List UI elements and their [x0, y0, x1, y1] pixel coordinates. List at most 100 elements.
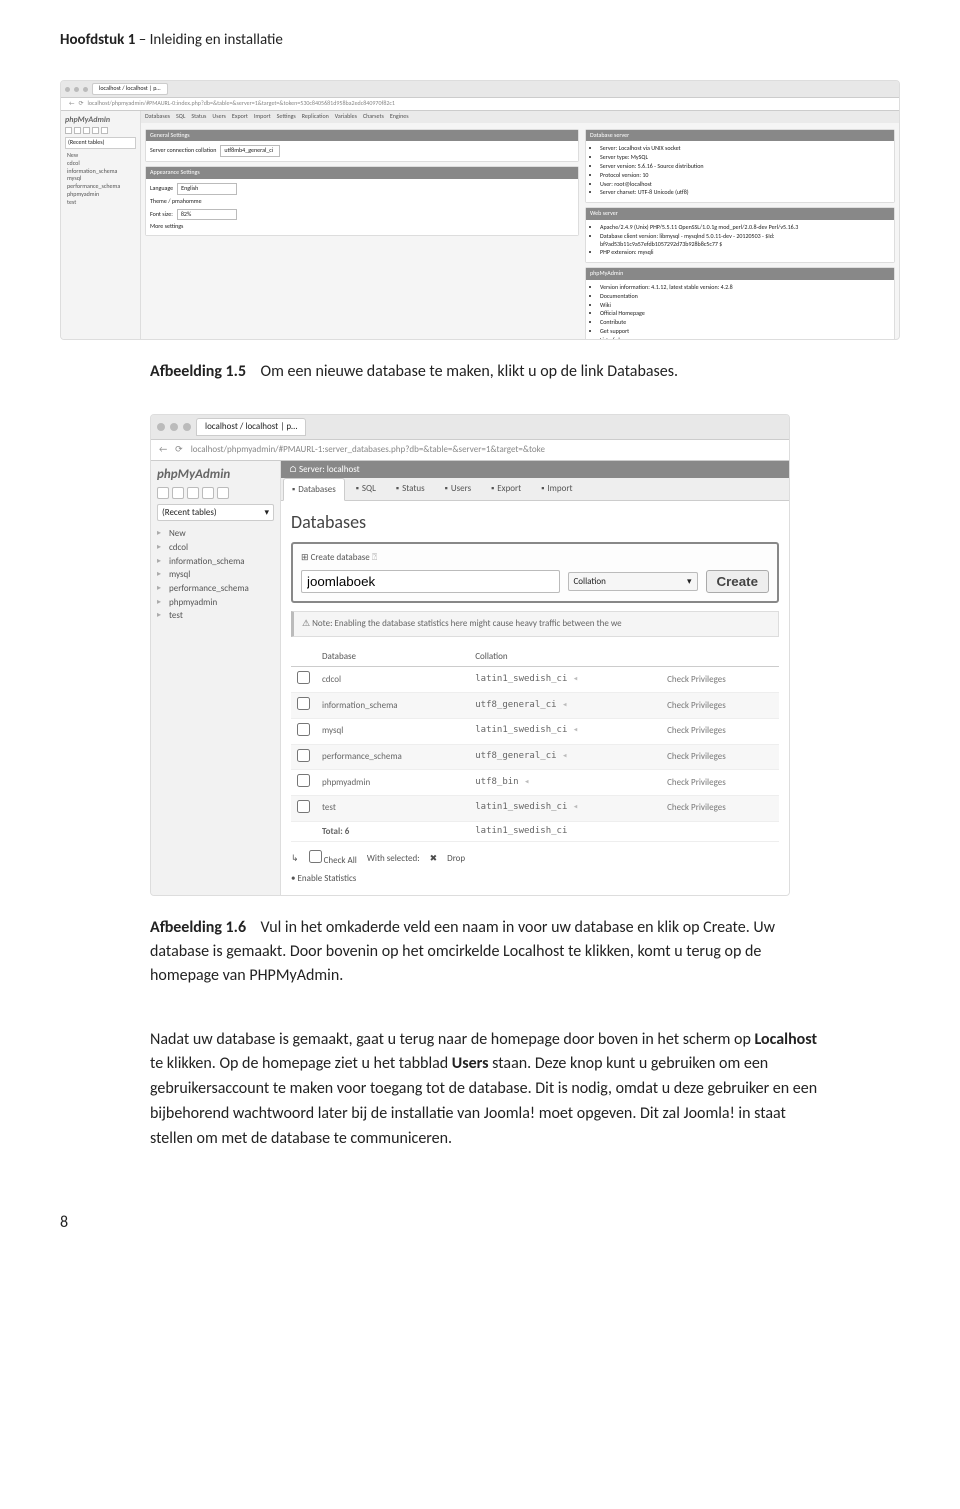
panel-title: General Settings — [146, 130, 578, 142]
label: Server connection collation — [150, 147, 216, 155]
db-tree-item[interactable]: test — [157, 609, 274, 623]
row-checkbox[interactable] — [297, 800, 310, 813]
list-item: List of changes — [600, 337, 890, 340]
check-privileges-link[interactable]: Check Privileges — [667, 751, 726, 762]
docs-icon[interactable] — [202, 487, 214, 499]
screenshot-phpmyadmin-overview: localhost / localhost | p… ← ⟳ localhost… — [60, 80, 900, 340]
database-name-input[interactable] — [301, 570, 560, 593]
caption-label: Afbeelding 1.6 — [150, 918, 246, 937]
cell-database[interactable]: performance_schema — [316, 744, 469, 770]
logout-icon[interactable] — [74, 127, 81, 134]
row-checkbox[interactable] — [297, 723, 310, 736]
db-tree-item[interactable]: cdcol — [157, 541, 274, 555]
browser-tab[interactable]: localhost / localhost | p… — [92, 83, 168, 95]
browser-urlbar[interactable]: ← ⟳ localhost/phpmyadmin/#PMAURL-0:index… — [61, 98, 899, 111]
db-tree-item[interactable]: information_schema — [157, 555, 274, 569]
row-checkbox[interactable] — [297, 671, 310, 684]
tab-sql[interactable]: ▪SQL — [347, 478, 385, 500]
check-privileges-link[interactable]: Check Privileges — [667, 802, 726, 813]
check-privileges-link[interactable]: Check Privileges — [667, 674, 726, 685]
home-icon[interactable] — [65, 127, 72, 134]
sql-icon[interactable] — [187, 487, 199, 499]
panel-general-settings: General Settings Server connection colla… — [145, 129, 579, 163]
cell-database[interactable]: mysql — [316, 718, 469, 744]
check-privileges-link[interactable]: Check Privileges — [667, 700, 726, 711]
docs-icon[interactable] — [92, 127, 99, 134]
collation-select[interactable]: Collation ▾ — [568, 572, 698, 592]
tab-import[interactable]: Import — [254, 113, 271, 121]
tab-status[interactable]: ▪Status — [387, 478, 434, 500]
window-dot — [183, 423, 191, 431]
row-checkbox[interactable] — [297, 774, 310, 787]
list-item: PHP extension: mysqli — [600, 249, 890, 257]
tab-users[interactable]: ▪Users — [436, 478, 480, 500]
status-icon: ▪ — [396, 483, 399, 495]
back-icon[interactable]: ← — [69, 100, 74, 108]
cell-collation: latin1_swedish_ci ◂ — [469, 795, 661, 821]
home-icon[interactable] — [157, 487, 169, 499]
cell-database[interactable]: phpmyadmin — [316, 770, 469, 796]
back-icon[interactable]: ← — [159, 444, 167, 456]
sql-icon[interactable] — [83, 127, 90, 134]
drop-link[interactable]: Drop — [447, 853, 465, 865]
list-item: Version information: 4.1.12, latest stab… — [600, 284, 890, 292]
collation-select[interactable]: utf8mb4_general_ci — [220, 145, 280, 157]
db-tree-item[interactable]: New — [157, 527, 274, 541]
tab-replication[interactable]: Replication — [302, 113, 329, 121]
tab-databases[interactable]: Databases — [145, 113, 170, 121]
language-select[interactable]: English — [177, 183, 237, 195]
db-tree-item[interactable]: mysql — [157, 568, 274, 582]
db-tree-item[interactable]: test — [65, 199, 136, 207]
reload-icon[interactable]: ⟳ — [175, 444, 183, 456]
tab-variables[interactable]: Variables — [335, 113, 357, 121]
tab-settings[interactable]: Settings — [277, 113, 296, 121]
reload-icon[interactable] — [217, 487, 229, 499]
col-database[interactable]: Database — [316, 647, 469, 667]
recent-tables-select[interactable]: (Recent tables) ▾ — [157, 504, 274, 522]
stats-note: ⚠ Note: Enabling the database statistics… — [291, 611, 779, 637]
check-privileges-link[interactable]: Check Privileges — [667, 777, 726, 788]
label: Language — [150, 185, 173, 193]
row-checkbox[interactable] — [297, 749, 310, 762]
tab-export[interactable]: ▪Export — [482, 478, 530, 500]
font-size-select[interactable]: 82% — [177, 209, 237, 221]
enable-statistics-link[interactable]: Enable Statistics — [298, 873, 357, 884]
browser-tab[interactable]: localhost / localhost | p… — [196, 418, 306, 436]
tab-import[interactable]: ▪Import — [532, 478, 581, 500]
main-tabs: Databases SQL Status Users Export Import Setti… — [141, 111, 899, 123]
phpmyadmin-logo: phpMyAdmin — [157, 467, 274, 484]
table-row: testlatin1_swedish_ci ◂ Check Privileges — [291, 795, 779, 821]
reload-icon[interactable] — [101, 127, 108, 134]
tab-status[interactable]: Status — [191, 113, 206, 121]
recent-tables-select[interactable]: (Recent tables) — [65, 137, 136, 149]
help-icon[interactable]: ⍰ — [372, 552, 377, 563]
window-dot — [65, 87, 70, 92]
breadcrumb[interactable]: ⌂ Server: localhost — [281, 461, 789, 479]
more-settings-link[interactable]: More settings — [150, 223, 183, 231]
db-tree-item[interactable]: performance_schema — [157, 582, 274, 596]
check-privileges-link[interactable]: Check Privileges — [667, 725, 726, 736]
col-collation[interactable]: Collation — [469, 647, 661, 667]
check-all[interactable]: Check All — [309, 850, 357, 867]
bold-term: Localhost — [755, 1030, 817, 1049]
tab-users[interactable]: Users — [212, 113, 226, 121]
cell-database[interactable]: information_schema — [316, 693, 469, 719]
browser-urlbar[interactable]: ← ⟳ localhost/phpmyadmin/#PMAURL-1:serve… — [151, 440, 789, 461]
page-title: Databases — [291, 511, 779, 534]
tab-engines[interactable]: Engines — [390, 113, 409, 121]
reload-icon[interactable]: ⟳ — [78, 100, 83, 108]
tab-export[interactable]: Export — [232, 113, 248, 121]
logout-icon[interactable] — [172, 487, 184, 499]
check-all-checkbox[interactable] — [309, 850, 322, 863]
tab-databases[interactable]: ▪Databases — [283, 478, 345, 501]
tab-sql[interactable]: SQL — [176, 113, 185, 121]
db-tree-item[interactable]: phpmyadmin — [157, 596, 274, 610]
users-icon: ▪ — [445, 483, 448, 495]
row-checkbox[interactable] — [297, 697, 310, 710]
recent-tables-label: (Recent tables) — [162, 507, 217, 519]
cell-database[interactable]: test — [316, 795, 469, 821]
cell-database[interactable]: cdcol — [316, 667, 469, 693]
tab-charsets[interactable]: Charsets — [363, 113, 384, 121]
page-number: 8 — [60, 1212, 900, 1234]
create-button[interactable]: Create — [706, 570, 770, 593]
